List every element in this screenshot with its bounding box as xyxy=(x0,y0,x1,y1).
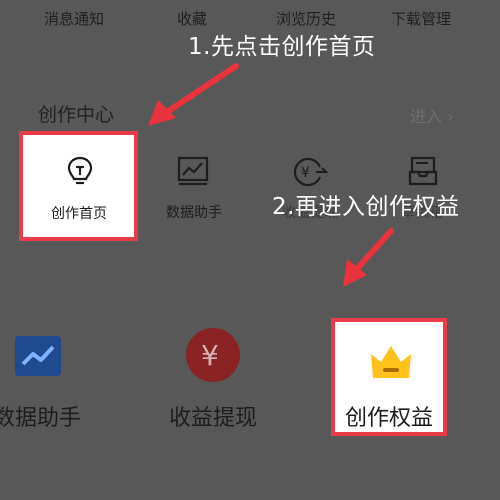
lightbulb-icon xyxy=(67,156,93,185)
svg-text:¥: ¥ xyxy=(301,165,310,181)
instruction-step1: 1.先点击创作首页 xyxy=(188,34,376,60)
menu-item-downloads[interactable]: 下载管理 xyxy=(391,8,451,29)
yuan-circle-icon: ¥ xyxy=(186,328,240,382)
menu-item-notifications[interactable]: 消息通知 xyxy=(44,8,104,29)
chart-icon xyxy=(177,156,209,186)
rights-income-withdraw[interactable]: ¥ 收益提现 xyxy=(128,325,298,431)
rights-label: 创作权益 xyxy=(344,406,433,431)
tool-label: 创作首页 xyxy=(51,206,107,222)
draft-icon xyxy=(408,156,438,186)
rights-label: 数据助手 xyxy=(0,406,81,431)
yuan-icon: ¥ xyxy=(293,157,328,187)
arrow-1-icon xyxy=(148,63,239,126)
creation-center-title: 创作中心 xyxy=(38,104,115,126)
tool-label: 数据助手 xyxy=(166,205,222,221)
tool-data-assistant[interactable]: 数据助手 xyxy=(142,150,242,230)
rights-data-assistant[interactable]: 数据助手 xyxy=(0,330,130,431)
svg-text:¥: ¥ xyxy=(201,339,219,372)
chevron-right-icon: › xyxy=(447,107,454,126)
instruction-step2: 2.再进入创作权益 xyxy=(272,194,460,220)
enter-link[interactable]: 进入 › xyxy=(410,103,454,127)
tool-creation-home[interactable]: 创作首页 xyxy=(19,131,138,241)
crown-icon xyxy=(371,346,411,378)
enter-label: 进入 xyxy=(410,107,443,126)
rights-label: 收益提现 xyxy=(168,406,257,431)
rights-creator-benefits[interactable]: 创作权益 xyxy=(331,318,447,436)
chart-square-icon xyxy=(15,336,61,376)
menu-item-history[interactable]: 浏览历史 xyxy=(276,8,336,29)
arrow-2-icon xyxy=(343,228,394,287)
menu-item-favorites[interactable]: 收藏 xyxy=(177,8,207,29)
